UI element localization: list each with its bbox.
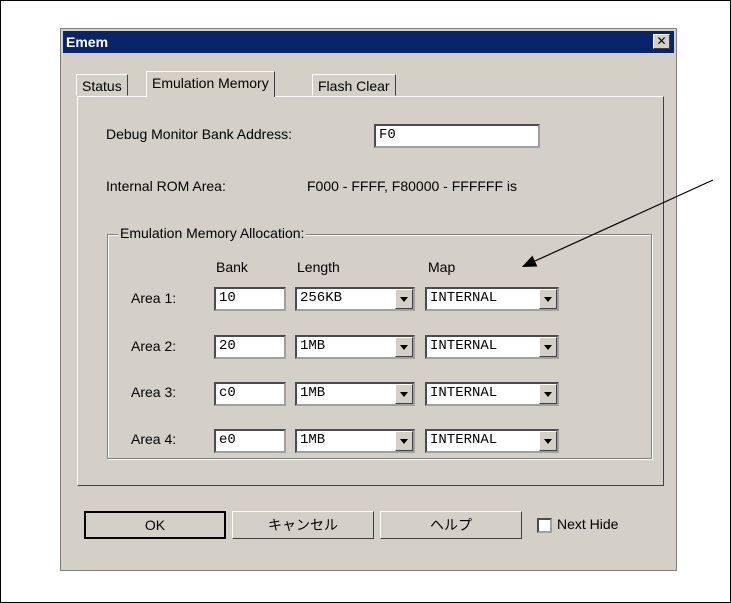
annotation-arrow — [521, 179, 714, 267]
tab-emulation-memory[interactable]: Emulation Memory — [146, 71, 275, 97]
